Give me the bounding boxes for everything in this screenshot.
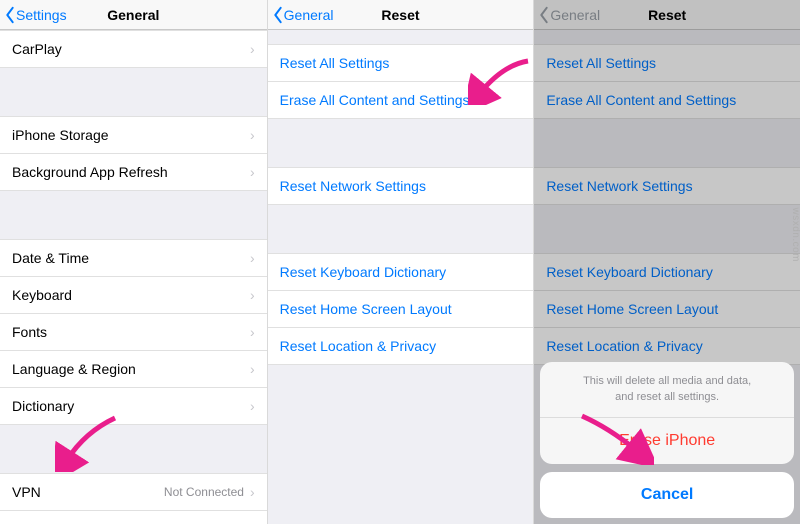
sheet-message: This will delete all media and data, and… [540,362,794,418]
back-label: Settings [16,7,67,23]
erase-iphone-button[interactable]: Erase iPhone [540,418,794,464]
panel-reset-body: Reset All Settings Erase All Content and … [268,30,534,365]
back-label: General [284,7,334,23]
row-iphone-storage[interactable]: iPhone Storage › [0,116,267,154]
row-label: Reset Location & Privacy [280,338,436,354]
chevron-right-icon: › [250,127,255,143]
row-background-refresh[interactable]: Background App Refresh › [0,154,267,191]
row-keyboard[interactable]: Keyboard › [0,277,267,314]
chevron-right-icon: › [250,324,255,340]
row-reset-network[interactable]: Reset Network Settings [268,167,534,205]
row-reset-keyboard[interactable]: Reset Keyboard Dictionary [268,253,534,291]
chevron-right-icon: › [250,287,255,303]
row-erase-all[interactable]: Erase All Content and Settings [268,82,534,119]
row-label: Reset All Settings [280,55,390,71]
row-date-time[interactable]: Date & Time › [0,239,267,277]
row-language-region[interactable]: Language & Region › [0,351,267,388]
chevron-right-icon: › [250,164,255,180]
chevron-right-icon: › [250,484,255,500]
back-general[interactable]: General [268,6,334,24]
chevron-left-icon [272,6,284,24]
row-label: Reset Keyboard Dictionary [280,264,447,280]
row-label: VPN [12,484,41,500]
navbar-general: Settings General [0,0,267,30]
watermark: wsxdn.com [791,207,800,262]
row-label: Date & Time [12,250,89,266]
chevron-right-icon: › [250,41,255,57]
chevron-right-icon: › [250,361,255,377]
navbar-reset: General Reset [268,0,534,30]
cancel-button[interactable]: Cancel [540,472,794,518]
row-label: Erase All Content and Settings [280,92,470,108]
row-reset-home[interactable]: Reset Home Screen Layout [268,291,534,328]
row-label: CarPlay [12,41,62,57]
row-label: iPhone Storage [12,127,109,143]
row-label: Language & Region [12,361,136,377]
row-label: Reset Home Screen Layout [280,301,452,317]
row-vpn[interactable]: VPN Not Connected › [0,473,267,511]
panel-general: Settings General CarPlay › iPhone Storage ›… [0,0,267,524]
row-reset-all[interactable]: Reset All Settings [268,44,534,82]
row-profile[interactable]: ProfileiOS 13 & iPadOS 13 Beta Software … [0,511,267,524]
row-dictionary[interactable]: Dictionary › [0,388,267,425]
row-label: Keyboard [12,287,72,303]
row-label: Reset Network Settings [280,178,426,194]
row-reset-location[interactable]: Reset Location & Privacy [268,328,534,365]
row-label: Background App Refresh [12,164,168,180]
panel-reset: General Reset Reset All Settings Erase Al… [267,0,534,524]
chevron-left-icon [4,6,16,24]
action-sheet: This will delete all media and data, and… [540,362,794,518]
panel-general-body: CarPlay›iPhone Storage›Background App Re… [0,30,267,524]
chevron-right-icon: › [250,250,255,266]
nav-title: Reset [381,7,419,23]
row-label: Dictionary [12,398,74,414]
row-value: Not Connected [164,485,244,499]
panel-reset-sheet: General Reset Reset All SettingsErase Al… [533,0,800,524]
row-carplay[interactable]: CarPlay › [0,30,267,68]
back-settings[interactable]: Settings [0,6,67,24]
chevron-right-icon: › [250,398,255,414]
nav-title: General [107,7,159,23]
row-fonts[interactable]: Fonts › [0,314,267,351]
row-label: Fonts [12,324,47,340]
